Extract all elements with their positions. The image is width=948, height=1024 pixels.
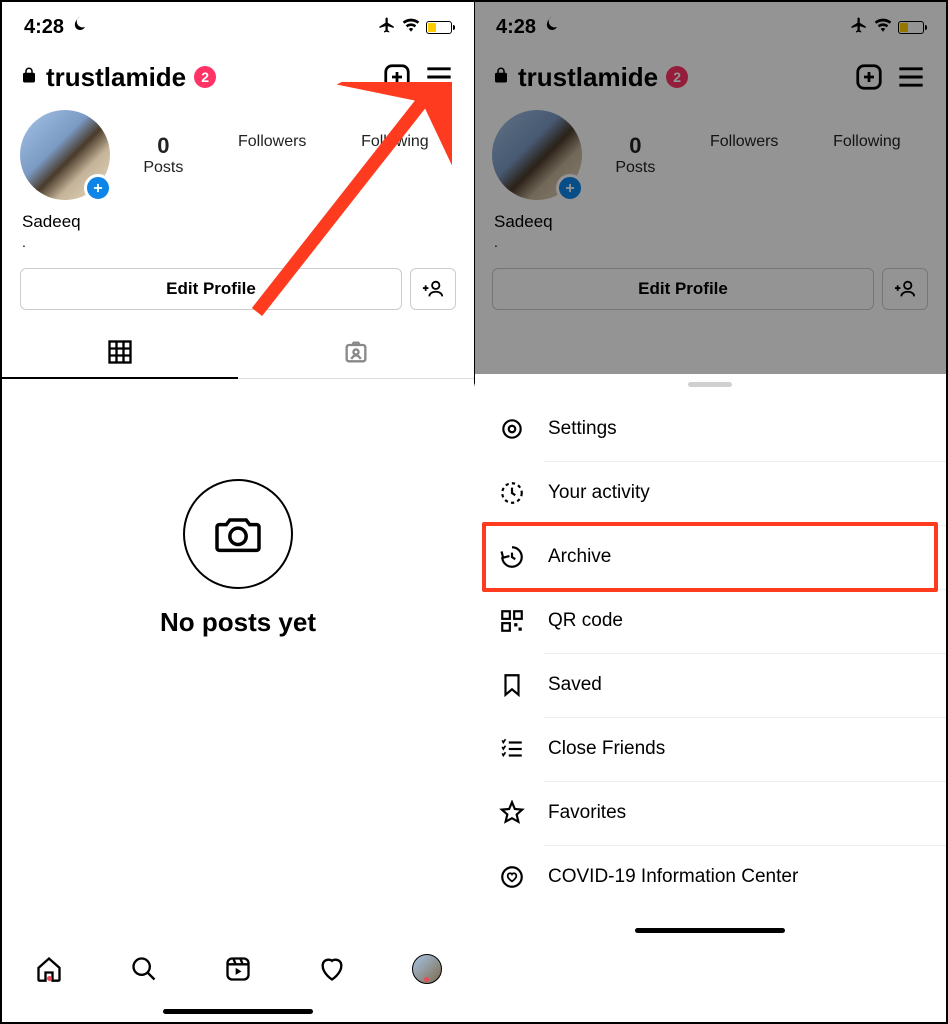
- qrcode-icon: [498, 607, 526, 635]
- menu-item-settings[interactable]: Settings: [474, 397, 946, 461]
- airplane-mode-icon: [378, 16, 396, 39]
- home-indicator[interactable]: [163, 1009, 313, 1014]
- phone-left: 4:28 trustlamide 2: [2, 2, 474, 1022]
- status-bar: 4:28: [474, 2, 946, 46]
- edit-profile-button[interactable]: Edit Profile: [20, 268, 402, 310]
- discover-people-button[interactable]: [410, 268, 456, 310]
- hamburger-menu-button[interactable]: [422, 60, 456, 94]
- menu-item-label: Close Friends: [548, 738, 665, 760]
- tab-tagged[interactable]: [238, 326, 474, 378]
- discover-people-button[interactable]: [882, 268, 928, 310]
- menu-item-saved[interactable]: Saved: [474, 653, 946, 717]
- stat-following[interactable]: Following: [833, 133, 901, 177]
- add-story-plus-icon[interactable]: [84, 174, 112, 202]
- menu-item-label: QR code: [548, 610, 623, 632]
- menu-item-close-friends[interactable]: Close Friends: [474, 717, 946, 781]
- menu-bottom-sheet: Settings Your activity Archive QR code S…: [474, 374, 946, 1022]
- empty-state: No posts yet: [2, 379, 474, 938]
- home-indicator[interactable]: [635, 928, 785, 933]
- profile-tabs: [2, 326, 474, 378]
- username-label[interactable]: trustlamide: [46, 62, 186, 93]
- menu-item-label: Settings: [548, 418, 617, 440]
- menu-item-qrcode[interactable]: QR code: [474, 589, 946, 653]
- camera-icon: [183, 479, 293, 589]
- profile-avatar[interactable]: [492, 110, 582, 200]
- stat-posts[interactable]: 0 Posts: [143, 133, 183, 177]
- battery-icon: [426, 21, 452, 34]
- sheet-grabber[interactable]: [688, 382, 732, 387]
- display-name: Sadeeq: [2, 206, 474, 234]
- phone-right: 4:28 trustlamide 2 0Pos: [474, 2, 946, 1022]
- menu-item-label: Your activity: [548, 482, 650, 504]
- menu-item-label: Saved: [548, 674, 602, 696]
- profile-avatar[interactable]: [20, 110, 110, 200]
- do-not-disturb-icon: [542, 15, 560, 39]
- hamburger-menu-button[interactable]: [894, 60, 928, 94]
- stat-posts[interactable]: 0Posts: [615, 133, 655, 177]
- username-label[interactable]: trustlamide: [518, 62, 658, 93]
- menu-item-label: Archive: [548, 546, 611, 568]
- bottom-navigation: [2, 938, 474, 1000]
- nav-search[interactable]: [96, 955, 190, 983]
- stat-followers[interactable]: Followers: [238, 133, 306, 177]
- add-story-plus-icon[interactable]: [556, 174, 584, 202]
- display-name: Sadeeq: [474, 206, 946, 234]
- nav-profile[interactable]: [380, 954, 474, 984]
- create-post-button[interactable]: [852, 60, 886, 94]
- menu-item-favorites[interactable]: Favorites: [474, 781, 946, 845]
- profile-stats-row: 0 Posts Followers Following: [2, 104, 474, 206]
- lock-icon: [492, 65, 510, 90]
- notification-badge: 2: [194, 66, 216, 88]
- nav-home[interactable]: [2, 955, 96, 983]
- nav-reels[interactable]: [191, 955, 285, 983]
- create-post-button[interactable]: [380, 60, 414, 94]
- heart-circle-icon: [498, 863, 526, 891]
- side-by-side-screenshots: 4:28 trustlamide 2: [0, 0, 948, 1024]
- lock-icon: [20, 65, 38, 90]
- profile-top-bar: trustlamide 2: [2, 46, 474, 104]
- menu-item-label: COVID-19 Information Center: [548, 866, 798, 888]
- do-not-disturb-icon: [70, 15, 88, 39]
- activity-icon: [498, 479, 526, 507]
- bookmark-icon: [498, 671, 526, 699]
- nav-activity[interactable]: [285, 955, 379, 983]
- stat-followers[interactable]: Followers: [710, 133, 778, 177]
- tab-grid[interactable]: [2, 326, 238, 378]
- archive-icon: [498, 543, 526, 571]
- status-bar: 4:28: [2, 2, 474, 46]
- notification-badge: 2: [666, 66, 688, 88]
- wifi-icon: [402, 18, 420, 37]
- edit-profile-button[interactable]: Edit Profile: [492, 268, 874, 310]
- status-time: 4:28: [496, 16, 536, 39]
- profile-top-bar: trustlamide 2: [474, 46, 946, 104]
- airplane-mode-icon: [850, 16, 868, 39]
- star-icon: [498, 799, 526, 827]
- close-friends-icon: [498, 735, 526, 763]
- battery-icon: [898, 21, 924, 34]
- menu-item-covid[interactable]: COVID-19 Information Center: [474, 845, 946, 909]
- no-posts-label: No posts yet: [160, 607, 316, 638]
- stat-following[interactable]: Following: [361, 133, 429, 177]
- status-time: 4:28: [24, 16, 64, 39]
- gear-icon: [498, 415, 526, 443]
- menu-item-activity[interactable]: Your activity: [474, 461, 946, 525]
- nav-dot-icon: [47, 976, 52, 981]
- wifi-icon: [874, 18, 892, 37]
- menu-item-label: Favorites: [548, 802, 626, 824]
- menu-item-archive[interactable]: Archive: [474, 525, 946, 589]
